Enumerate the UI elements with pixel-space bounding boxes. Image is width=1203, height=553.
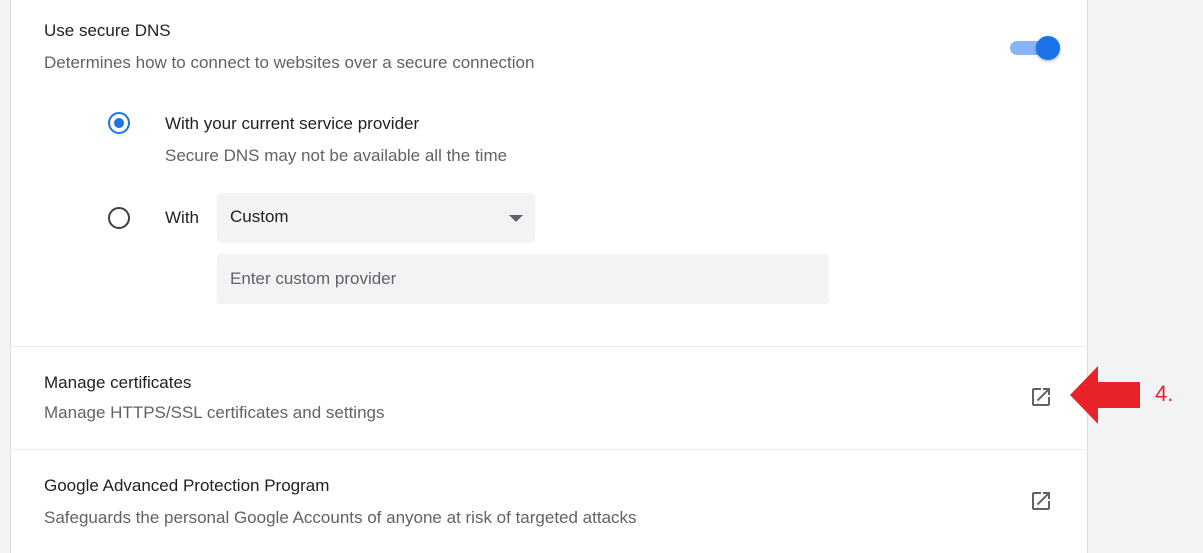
current-provider-sublabel: Secure DNS may not be available all the …: [165, 146, 508, 165]
secure-dns-toggle[interactable]: [1010, 36, 1060, 60]
secure-dns-description: Determines how to connect to websites ov…: [44, 53, 535, 72]
secure-dns-title: Use secure DNS: [44, 21, 171, 40]
advanced-protection-title: Google Advanced Protection Program: [44, 476, 330, 495]
open-in-new-icon[interactable]: [1029, 385, 1053, 409]
toggle-knob: [1036, 36, 1060, 60]
settings-page: Use secure DNS Determines how to connect…: [0, 0, 1203, 553]
right-margin-panel: [1088, 0, 1203, 553]
section-divider: [10, 449, 1088, 450]
custom-provider-input[interactable]: [217, 254, 829, 304]
current-provider-label: With your current service provider: [165, 114, 420, 133]
radio-current-provider[interactable]: [108, 112, 130, 134]
manage-certificates-title: Manage certificates: [44, 373, 192, 392]
dropdown-arrow-icon: [509, 215, 523, 222]
manage-certificates-description: Manage HTTPS/SSL certificates and settin…: [44, 403, 385, 422]
radio-custom-provider[interactable]: [108, 207, 130, 229]
select-value: Custom: [230, 207, 289, 226]
annotation-step-label: 4.: [1155, 381, 1174, 406]
annotation-arrow-icon: [1070, 366, 1140, 424]
custom-with-label: With: [165, 208, 199, 227]
open-in-new-icon[interactable]: [1029, 489, 1053, 513]
custom-provider-select[interactable]: Custom: [217, 193, 535, 243]
advanced-protection-description: Safeguards the personal Google Accounts …: [44, 508, 637, 527]
section-divider: [10, 346, 1088, 347]
